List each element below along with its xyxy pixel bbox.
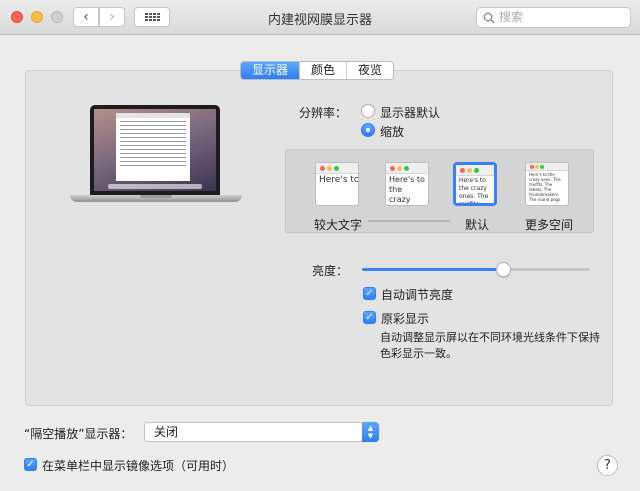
help-icon: ?: [604, 458, 611, 473]
tab-night-shift[interactable]: 夜览: [346, 62, 393, 79]
tab-bar: 显示器 颜色 夜览: [240, 61, 395, 80]
radio-default-for-display[interactable]: [361, 104, 375, 118]
preferences-window: ‹ › 内建视网膜显示器 搜索 显示器 颜色 夜览 分辨率： 显示器默认 缩放 …: [0, 0, 640, 491]
search-field[interactable]: 搜索: [476, 7, 631, 28]
back-button[interactable]: ‹: [73, 7, 99, 27]
true-tone-checkbox[interactable]: ✓: [363, 311, 376, 324]
show-all-button[interactable]: [134, 7, 170, 27]
search-icon: [483, 12, 495, 24]
brightness-label: 亮度：: [312, 264, 349, 278]
scale-sample-text: Here's to the crazy ones. The misfits. T…: [319, 175, 358, 185]
macbook-image: [68, 105, 244, 208]
scale-option-larger-text[interactable]: Here's to the crazy ones. The misfits. T…: [315, 162, 359, 206]
resolution-label: 分辨率：: [299, 106, 348, 120]
mirroring-checkbox[interactable]: ✓: [24, 458, 37, 471]
chevron-right-icon: ›: [109, 9, 115, 25]
scale-option-default[interactable]: Here's to the crazy ones. The misfits. T…: [453, 162, 497, 206]
scale-label-larger-text: 较大文字: [314, 218, 363, 232]
auto-brightness-label[interactable]: 自动调节亮度: [381, 286, 453, 303]
forward-button[interactable]: ›: [99, 7, 125, 27]
true-tone-label[interactable]: 原彩显示: [381, 310, 429, 327]
scale-option-more-space[interactable]: Here's to the crazy ones. The misfits. T…: [525, 162, 569, 206]
airplay-display-popup[interactable]: 关闭 ▲ ▼: [144, 422, 379, 442]
airplay-label: “隔空播放”显示器：: [24, 427, 133, 441]
scale-track: [368, 220, 450, 222]
zoom-button[interactable]: [51, 11, 63, 23]
laptop-screen: [90, 105, 220, 195]
chevron-left-icon: ‹: [83, 9, 89, 25]
radio-default-label[interactable]: 显示器默认: [380, 104, 440, 121]
tab-color[interactable]: 颜色: [299, 62, 346, 79]
true-tone-description: 自动调整显示屏以在不同环境光线条件下保持色彩显示一致。: [380, 331, 600, 360]
mirroring-label[interactable]: 在菜单栏中显示镜像选项（可用时）: [42, 457, 234, 474]
scale-sample-text: Here's to the crazy ones. The misfits. T…: [459, 177, 489, 206]
scale-sample-text: Here's to the crazy ones. The misfits. T…: [389, 175, 425, 204]
radio-scaled-label[interactable]: 缩放: [380, 123, 404, 140]
tab-display[interactable]: 显示器: [241, 62, 300, 79]
popup-arrows-icon: ▲ ▼: [362, 422, 379, 442]
auto-brightness-checkbox[interactable]: ✓: [363, 287, 376, 300]
brightness-slider-fill: [362, 268, 504, 271]
scale-sample-text: Here's to the crazy ones. The misfits. T…: [529, 172, 561, 202]
radio-scaled[interactable]: [361, 123, 375, 137]
scale-label-more-space: 更多空间: [525, 218, 574, 232]
airplay-value: 关闭: [154, 425, 179, 439]
search-placeholder: 搜索: [499, 10, 524, 24]
help-button[interactable]: ?: [597, 455, 618, 476]
title-bar: ‹ › 内建视网膜显示器 搜索: [0, 0, 640, 35]
scale-label-default: 默认: [465, 218, 490, 232]
close-button[interactable]: [11, 11, 23, 23]
scale-option-2[interactable]: Here's to the crazy ones. The misfits. T…: [385, 162, 429, 206]
grid-icon: [144, 13, 160, 21]
minimize-button[interactable]: [31, 11, 43, 23]
